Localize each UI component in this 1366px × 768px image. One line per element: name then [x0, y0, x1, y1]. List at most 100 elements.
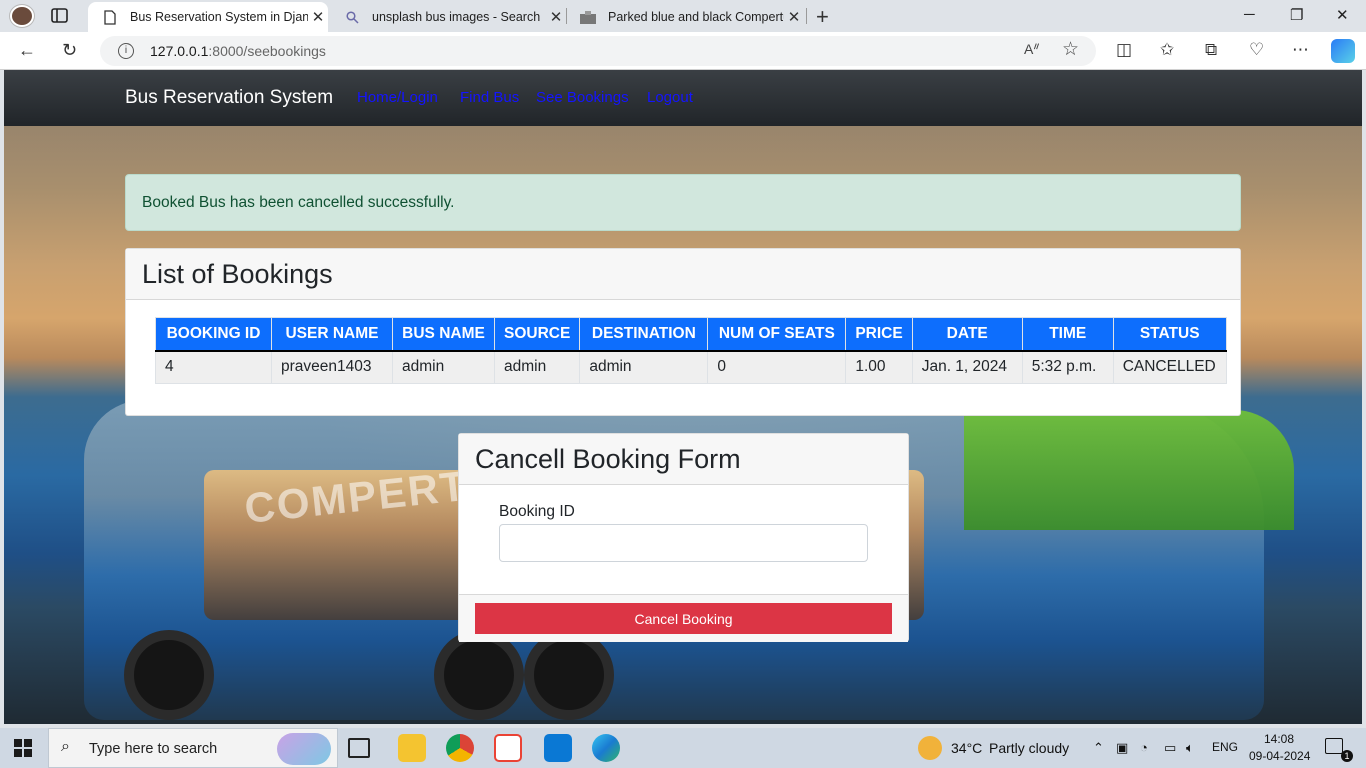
search-highlight-icon — [277, 733, 331, 765]
tab-divider — [806, 8, 807, 24]
taskbar-search[interactable]: ⌕ Type here to search — [48, 728, 338, 768]
battery-icon[interactable]: ▭ — [1164, 740, 1176, 756]
browser-essentials-icon[interactable]: ♡ — [1249, 40, 1264, 60]
column-header: DESTINATION — [579, 317, 709, 352]
column-header: NUM OF SEATS — [707, 317, 847, 352]
favorites-icon[interactable]: ✩ — [1160, 40, 1174, 60]
windows-start-icon[interactable] — [14, 739, 32, 757]
favorite-star-icon[interactable]: ☆ — [1062, 38, 1079, 61]
column-header: BUS NAME — [392, 317, 495, 352]
clock-time[interactable]: 14:08 — [1264, 732, 1294, 746]
background-bus-front — [964, 410, 1294, 530]
navbar-brand[interactable]: Bus Reservation System — [125, 87, 333, 109]
tab-unsplash-search[interactable]: unsplash bus images - Search ✕ — [330, 2, 566, 32]
success-alert: Booked Bus has been cancelled successful… — [125, 174, 1241, 231]
tab-parked-bus[interactable]: Parked blue and black Compertur ✕ — [566, 2, 804, 32]
copilot-icon[interactable] — [1331, 39, 1355, 63]
navbar: Bus Reservation System Home/Login Find B… — [4, 70, 1362, 126]
cell-booking-id: 4 — [155, 350, 272, 384]
cell-source: admin — [493, 350, 581, 384]
taskbar: ⌕ Type here to search 34°C Partly cloudy… — [0, 728, 1366, 768]
column-header: DATE — [911, 317, 1023, 352]
close-icon[interactable]: ✕ — [784, 8, 804, 26]
bookings-card-header: List of Bookings — [126, 249, 1240, 300]
page-icon — [100, 9, 120, 25]
cell-date: Jan. 1, 2024 — [911, 350, 1023, 384]
language-indicator[interactable]: ENG — [1212, 740, 1238, 754]
search-icon: ⌕ — [61, 738, 70, 755]
cell-status: CANCELLED — [1112, 350, 1227, 384]
refresh-icon[interactable]: ↻ — [62, 40, 77, 61]
close-icon[interactable]: ✕ — [546, 8, 566, 26]
nav-link-logout[interactable]: Logout — [647, 89, 693, 106]
collections-icon[interactable]: ⧉ — [1205, 40, 1217, 60]
table-row: 4 praveen1403 admin admin admin 0 1.00 J… — [155, 350, 1227, 384]
close-icon[interactable]: ✕ — [308, 8, 328, 26]
url-text[interactable]: 127.0.0.1:8000/seebookings — [150, 43, 326, 59]
image-icon — [578, 10, 598, 24]
nav-link-home-login[interactable]: Home/Login — [357, 89, 438, 106]
column-header: TIME — [1021, 317, 1114, 352]
taskbar-search-placeholder: Type here to search — [89, 741, 218, 757]
notification-badge: 1 — [1341, 750, 1353, 762]
address-bar[interactable]: i 127.0.0.1:8000/seebookings Aᐥ ☆ — [100, 36, 1096, 66]
edge-icon[interactable] — [592, 734, 620, 762]
file-explorer-icon[interactable] — [398, 734, 426, 762]
chrome-icon[interactable] — [446, 734, 474, 762]
background-wheel — [124, 630, 214, 720]
bookings-title: List of Bookings — [142, 258, 333, 289]
tab-title: unsplash bus images - Search — [372, 10, 541, 24]
nav-link-see-bookings[interactable]: See Bookings — [536, 89, 629, 106]
cell-price: 1.00 — [845, 350, 913, 384]
search-icon — [342, 10, 362, 24]
close-window-icon[interactable]: ✕ — [1336, 6, 1349, 24]
weather-description[interactable]: Partly cloudy — [989, 740, 1069, 756]
booking-id-label: Booking ID — [499, 503, 575, 520]
cell-time: 5:32 p.m. — [1021, 350, 1114, 384]
minimize-icon[interactable]: ─ — [1244, 6, 1255, 23]
read-aloud-icon[interactable]: Aᐥ — [1024, 41, 1040, 58]
restore-icon[interactable]: ❐ — [1290, 6, 1303, 24]
alert-message: Booked Bus has been cancelled successful… — [142, 193, 455, 211]
tab-bus-reservation[interactable]: Bus Reservation System in Django ✕ — [88, 2, 328, 32]
nav-link-find-bus[interactable]: Find Bus — [460, 89, 519, 106]
cancel-form-footer: Cancel Booking — [459, 594, 908, 642]
cancel-booking-card: Cancell Booking Form Booking ID Cancel B… — [458, 433, 909, 642]
url-host: 127.0.0.1 — [150, 43, 209, 59]
chevron-up-icon[interactable]: ⌃ — [1093, 740, 1104, 756]
tab-title: Parked blue and black Compertur — [608, 10, 784, 24]
cell-user-name: praveen1403 — [271, 350, 393, 384]
cell-num-seats: 0 — [707, 350, 847, 384]
volume-icon[interactable]: 🔈︎ — [1186, 740, 1194, 756]
network-settings-icon[interactable]: ▣ — [1116, 740, 1128, 756]
weather-icon[interactable] — [918, 736, 942, 760]
task-view-icon[interactable] — [348, 738, 370, 758]
info-icon[interactable]: i — [118, 43, 134, 59]
column-header: STATUS — [1112, 317, 1227, 352]
clock-date[interactable]: 09-04-2024 — [1249, 749, 1310, 763]
back-icon[interactable]: ← — [18, 40, 36, 61]
vscode-icon[interactable] — [544, 734, 572, 762]
wifi-icon[interactable]: ◔ — [1140, 740, 1148, 755]
cancel-form-title: Cancell Booking Form — [475, 443, 741, 474]
column-header: BOOKING ID — [155, 317, 272, 352]
cancel-booking-button[interactable]: Cancel Booking — [475, 603, 892, 634]
background-wheel — [434, 630, 524, 720]
tab-title: Bus Reservation System in Django — [130, 10, 308, 24]
notification-center-icon[interactable] — [1325, 738, 1343, 754]
gmail-icon[interactable] — [494, 734, 522, 762]
page-viewport: COMPERTUR Bus Reservation System Home/Lo… — [4, 70, 1362, 724]
profile-avatar[interactable] — [10, 5, 34, 27]
booking-id-input[interactable] — [499, 524, 868, 562]
cell-bus-name: admin — [392, 350, 495, 384]
bookings-card: List of Bookings BOOKING ID USER NAME BU… — [125, 248, 1241, 416]
column-header: SOURCE — [493, 317, 581, 352]
split-screen-icon[interactable]: ◫ — [1116, 40, 1132, 60]
table-header-row: BOOKING ID USER NAME BUS NAME SOURCE DES… — [155, 317, 1227, 352]
tab-actions-icon[interactable] — [50, 7, 70, 25]
weather-temperature[interactable]: 34°C — [951, 740, 982, 756]
new-tab-icon[interactable]: + — [816, 4, 829, 30]
url-path: :8000/seebookings — [208, 43, 326, 59]
column-header: PRICE — [845, 317, 913, 352]
more-menu-icon[interactable]: ⋯ — [1292, 40, 1309, 60]
